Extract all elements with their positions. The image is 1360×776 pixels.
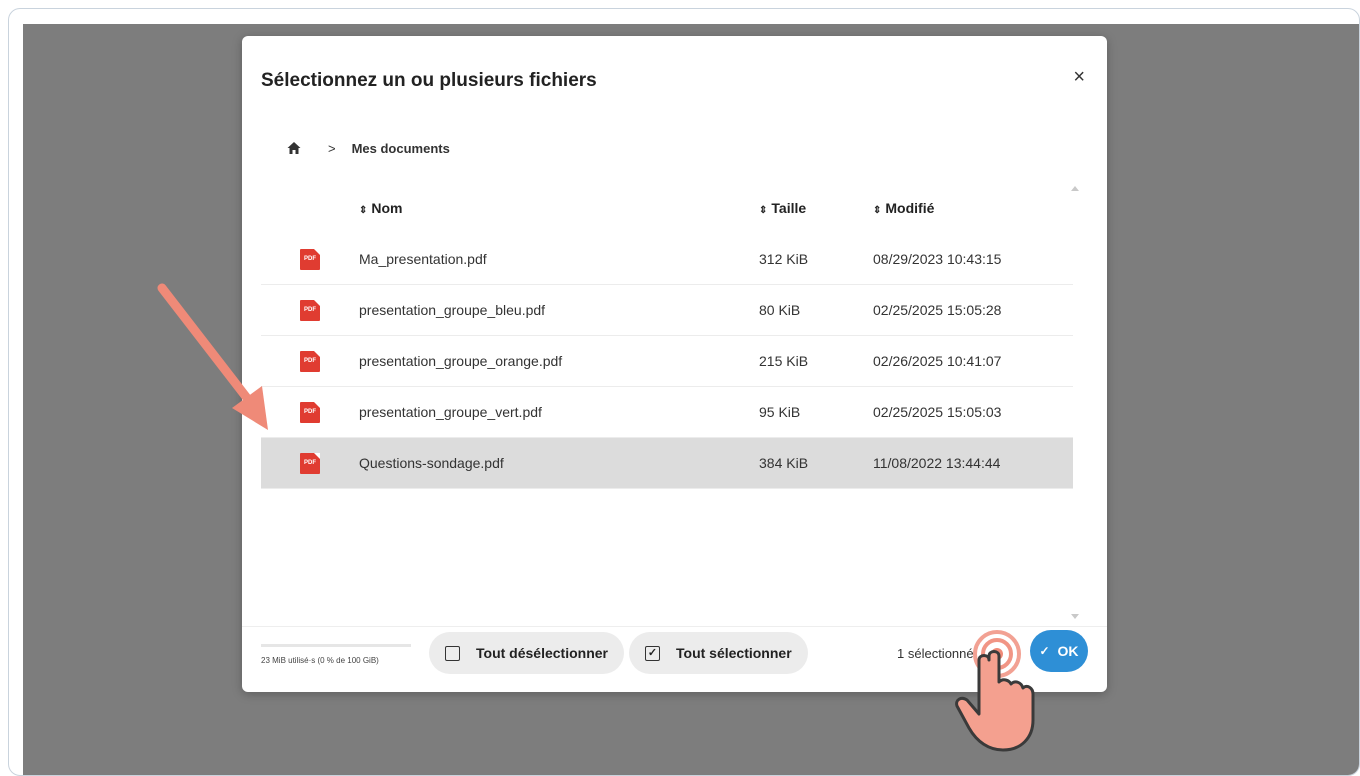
- table-header: ⇕ Nom ⇕ Taille ⇕ Modifié: [261, 182, 1073, 234]
- home-icon[interactable]: [286, 140, 302, 156]
- file-size: 384 KiB: [759, 455, 809, 471]
- file-modified: 11/08/2022 13:44:44: [873, 455, 1001, 471]
- sort-icon: ⇕: [873, 205, 882, 216]
- select-all-button[interactable]: ✓ Tout sélectionner: [629, 632, 808, 674]
- file-size: 215 KiB: [759, 353, 809, 369]
- breadcrumb: > Mes documents: [286, 140, 450, 156]
- pdf-file-icon: PDF: [300, 401, 320, 423]
- column-header-name[interactable]: ⇕ Nom: [359, 200, 759, 216]
- file-modified: 02/26/2025 10:41:07: [873, 353, 1002, 369]
- storage-quota: 23 MiB utilisé·s (0 % de 100 GiB): [261, 644, 411, 665]
- close-icon[interactable]: ×: [1073, 66, 1085, 89]
- file-modified: 02/25/2025 15:05:03: [873, 404, 1002, 420]
- pdf-file-icon: PDF: [300, 248, 320, 270]
- dialog-title: Sélectionnez un ou plusieurs fichiers: [261, 70, 597, 91]
- chevron-right-icon: >: [328, 140, 336, 156]
- file-size: 312 KiB: [759, 251, 809, 267]
- sort-icon: ⇕: [359, 205, 368, 216]
- pdf-file-icon: PDF: [300, 350, 320, 372]
- file-picker-dialog: Sélectionnez un ou plusieurs fichiers × …: [242, 36, 1107, 692]
- file-name: presentation_groupe_vert.pdf: [359, 404, 542, 420]
- table-row[interactable]: PDF presentation_groupe_bleu.pdf 80 KiB …: [261, 285, 1073, 336]
- file-name: Ma_presentation.pdf: [359, 251, 487, 267]
- file-size: 95 KiB: [759, 404, 801, 420]
- breadcrumb-current-folder[interactable]: Mes documents: [352, 141, 450, 156]
- file-name: presentation_groupe_bleu.pdf: [359, 302, 546, 318]
- quota-bar: [261, 644, 411, 647]
- file-modified: 02/25/2025 15:05:28: [873, 302, 1002, 318]
- pdf-file-icon: PDF: [300, 299, 320, 321]
- annotation-arrow-icon: [157, 283, 268, 430]
- scroll-down-arrow[interactable]: [1071, 614, 1079, 619]
- deselect-all-label: Tout désélectionner: [476, 645, 608, 661]
- file-name: Questions-sondage.pdf: [359, 455, 504, 471]
- file-name: presentation_groupe_orange.pdf: [359, 353, 563, 369]
- file-table: ⇕ Nom ⇕ Taille ⇕ Modifié PDF Ma_presentatio…: [261, 182, 1073, 489]
- checkbox-empty-icon: [445, 645, 460, 661]
- table-row[interactable]: PDF presentation_groupe_vert.pdf 95 KiB …: [261, 387, 1073, 438]
- table-row[interactable]: PDF presentation_groupe_orange.pdf 215 K…: [261, 336, 1073, 387]
- column-header-size[interactable]: ⇕ Taille: [759, 200, 873, 216]
- pdf-file-icon: PDF: [300, 452, 320, 474]
- deselect-all-button[interactable]: Tout désélectionner: [429, 632, 624, 674]
- ok-label: OK: [1057, 643, 1079, 659]
- table-row[interactable]: PDF Ma_presentation.pdf 312 KiB 08/29/20…: [261, 234, 1073, 285]
- table-row-selected[interactable]: PDF Questions-sondage.pdf 384 KiB 11/08/…: [261, 438, 1073, 489]
- file-modified: 08/29/2023 10:43:15: [873, 251, 1002, 267]
- column-header-modified[interactable]: ⇕ Modifié: [873, 200, 1073, 216]
- checkbox-checked-icon: ✓: [645, 645, 660, 661]
- file-size: 80 KiB: [759, 302, 801, 318]
- quota-text: 23 MiB utilisé·s (0 % de 100 GiB): [261, 656, 379, 665]
- tap-hand-icon: [955, 630, 1035, 752]
- sort-icon: ⇕: [759, 205, 768, 216]
- select-all-label: Tout sélectionner: [676, 645, 792, 661]
